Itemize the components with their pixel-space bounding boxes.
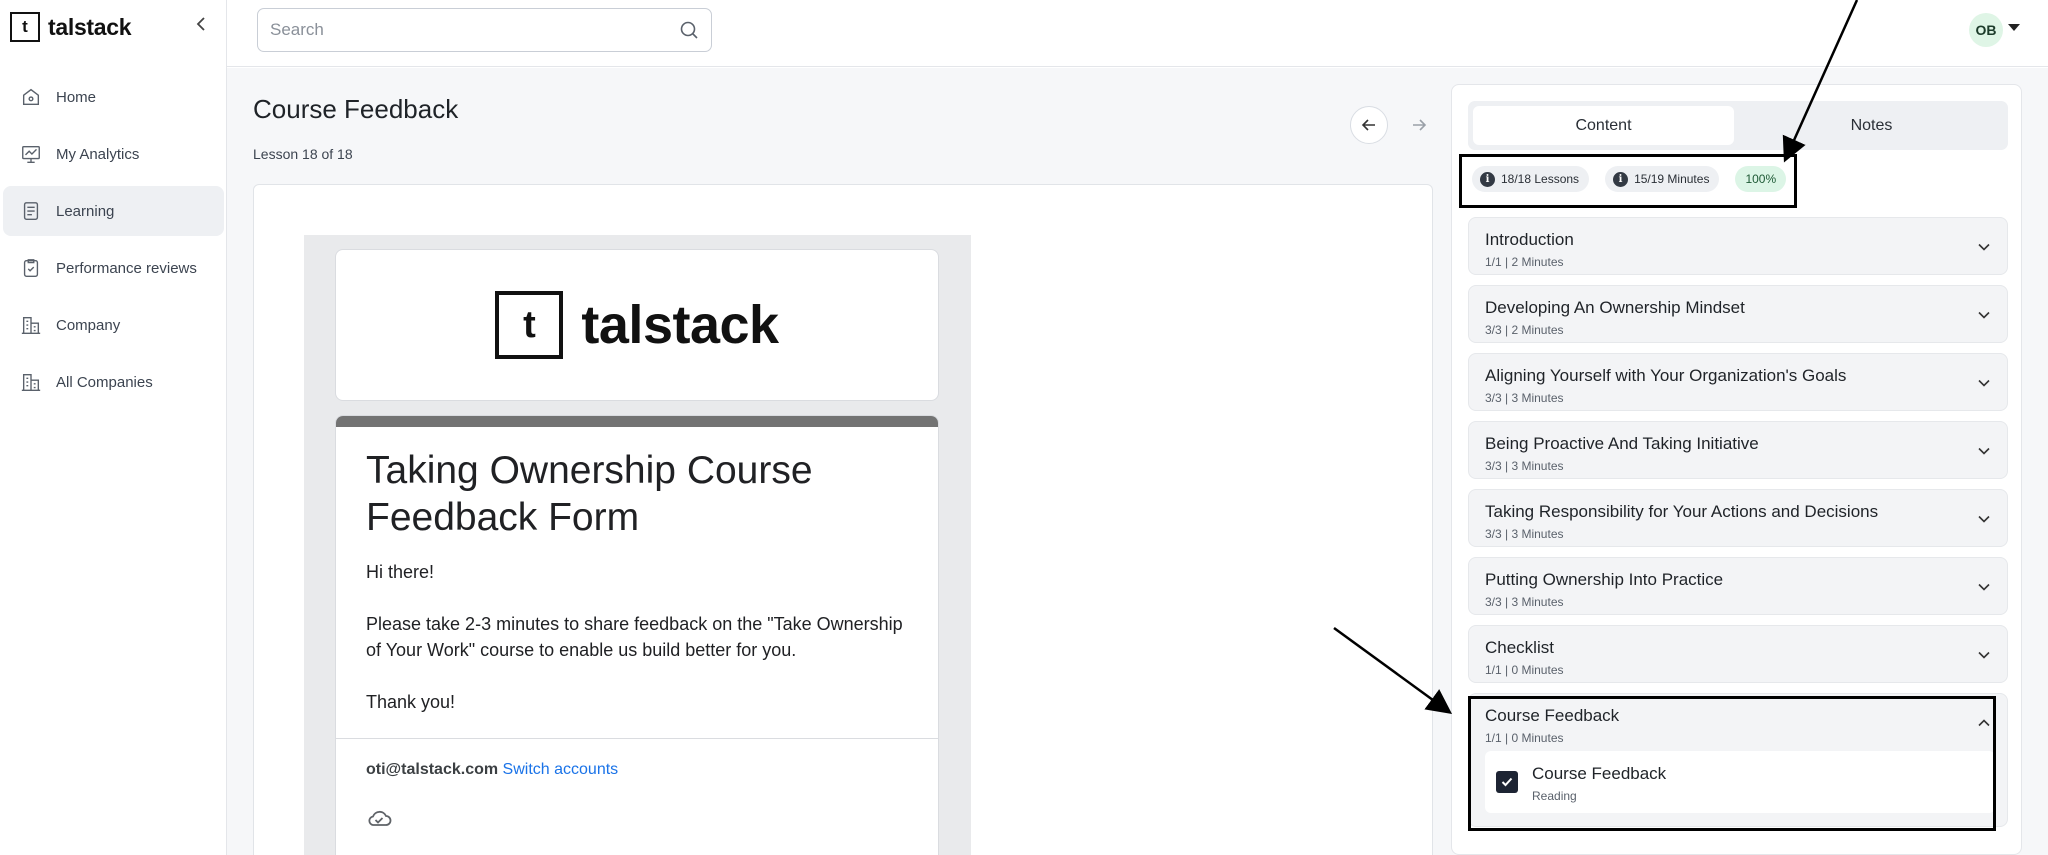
section-checklist[interactable]: Checklist 1/1 | 0 Minutes	[1468, 625, 2008, 683]
cloud-saved-icon	[368, 810, 392, 826]
section-meta: 3/3 | 3 Minutes	[1485, 595, 1564, 609]
lesson-counter: Lesson 18 of 18	[253, 146, 353, 162]
form-logo-text: talstack	[581, 295, 779, 355]
form-divider	[336, 738, 938, 739]
logo[interactable]: t talstack	[10, 12, 132, 42]
top-bar: OB	[227, 0, 2048, 67]
form-header-banner: t talstack	[335, 249, 939, 401]
arrow-left-icon	[1361, 119, 1375, 131]
form-title: Taking Ownership Course Feedback Form	[366, 449, 813, 539]
section-title: Developing An Ownership Mindset	[1485, 298, 1745, 317]
sidebar-item-home[interactable]: Home	[3, 72, 224, 122]
stats-annotation-box	[1459, 154, 1797, 208]
course-feedback-annotation-box	[1468, 696, 1996, 831]
chevron-left-icon	[196, 17, 205, 31]
sidebar-item-label: Company	[56, 316, 121, 334]
section-introduction[interactable]: Introduction 1/1 | 2 Minutes	[1468, 217, 2008, 275]
chevron-down-icon[interactable]	[1973, 644, 1995, 666]
sidebar-item-company[interactable]: Company	[3, 300, 224, 350]
chevron-down-icon[interactable]	[1973, 576, 1995, 598]
form-account-line: oti@talstack.com Switch accounts	[366, 761, 618, 779]
section-taking-responsibility[interactable]: Taking Responsibility for Your Actions a…	[1468, 489, 2008, 547]
section-putting-ownership-into-practice[interactable]: Putting Ownership Into Practice 3/3 | 3 …	[1468, 557, 2008, 615]
search-icon[interactable]	[679, 20, 699, 40]
section-being-proactive[interactable]: Being Proactive And Taking Initiative 3/…	[1468, 421, 2008, 479]
chevron-down-icon[interactable]	[1973, 372, 1995, 394]
building-icon	[21, 316, 41, 334]
account-email: oti@talstack.com	[366, 761, 499, 778]
sidebar-item-label: My Analytics	[56, 145, 140, 163]
form-card-accent-bar	[336, 416, 938, 427]
sidebar-item-label: Home	[56, 88, 97, 106]
avatar[interactable]: OB	[1969, 13, 2003, 47]
analytics-icon	[22, 145, 40, 163]
arrow-right-icon	[1413, 119, 1427, 131]
chevron-down-icon[interactable]	[1973, 508, 1995, 530]
section-meta: 3/3 | 2 Minutes	[1485, 323, 1564, 337]
switch-accounts-link[interactable]: Switch accounts	[503, 761, 619, 778]
form-description: Hi there! Please take 2-3 minutes to sha…	[366, 562, 903, 712]
section-meta: 1/1 | 0 Minutes	[1485, 663, 1564, 677]
chevron-down-icon[interactable]	[1973, 236, 1995, 258]
section-developing-ownership-mindset[interactable]: Developing An Ownership Mindset 3/3 | 2 …	[1468, 285, 2008, 343]
chevron-down-icon[interactable]	[1973, 304, 1995, 326]
section-meta: 3/3 | 3 Minutes	[1485, 391, 1564, 405]
panel-tabs: Content Notes	[1468, 101, 2008, 150]
section-title: Aligning Yourself with Your Organization…	[1485, 366, 1847, 385]
section-meta: 1/1 | 2 Minutes	[1485, 255, 1564, 269]
section-meta: 3/3 | 3 Minutes	[1485, 527, 1564, 541]
section-aligning-goals[interactable]: Aligning Yourself with Your Organization…	[1468, 353, 2008, 411]
chevron-down-icon[interactable]	[1973, 440, 1995, 462]
clipboard-check-icon	[23, 259, 39, 277]
previous-lesson-button[interactable]	[1350, 106, 1388, 144]
avatar-dropdown-caret-icon[interactable]	[2008, 24, 2020, 31]
sidebar: t talstack Home My Analytics Learning Pe…	[0, 0, 227, 855]
tab-content[interactable]: Content	[1473, 106, 1734, 145]
sidebar-nav: Home My Analytics Learning Performance r…	[0, 72, 227, 414]
form-card: Taking Ownership Course Feedback Form Hi…	[335, 415, 939, 855]
next-lesson-button[interactable]	[1400, 106, 1438, 144]
section-meta: 3/3 | 3 Minutes	[1485, 459, 1564, 473]
section-title: Checklist	[1485, 638, 1554, 657]
sidebar-item-all-companies[interactable]: All Companies	[3, 357, 224, 407]
page-title: Course Feedback	[253, 94, 459, 124]
search-input[interactable]	[270, 20, 679, 40]
buildings-icon	[21, 373, 41, 391]
sidebar-item-label: Learning	[56, 202, 115, 220]
sidebar-item-learning[interactable]: Learning	[3, 186, 224, 236]
search-box[interactable]	[257, 8, 712, 52]
sidebar-item-performance-reviews[interactable]: Performance reviews	[3, 243, 224, 293]
sidebar-item-label: Performance reviews	[56, 259, 197, 277]
logo-text: talstack	[48, 13, 132, 40]
section-title: Putting Ownership Into Practice	[1485, 570, 1724, 589]
lesson-content-frame: t talstack Taking Ownership Course Feedb…	[253, 184, 1433, 855]
embedded-form: t talstack Taking Ownership Course Feedb…	[304, 235, 971, 855]
section-title: Introduction	[1485, 230, 1574, 249]
section-title: Taking Responsibility for Your Actions a…	[1485, 502, 1879, 521]
sidebar-item-my-analytics[interactable]: My Analytics	[3, 129, 224, 179]
logo-mark: t	[10, 12, 40, 42]
form-logo-mark: t	[495, 291, 564, 359]
section-title: Being Proactive And Taking Initiative	[1485, 434, 1759, 453]
tab-notes[interactable]: Notes	[1740, 106, 2003, 145]
sidebar-item-label: All Companies	[56, 373, 153, 391]
collapse-sidebar-button[interactable]	[190, 12, 214, 36]
home-icon	[22, 88, 40, 106]
learning-icon	[23, 202, 39, 220]
